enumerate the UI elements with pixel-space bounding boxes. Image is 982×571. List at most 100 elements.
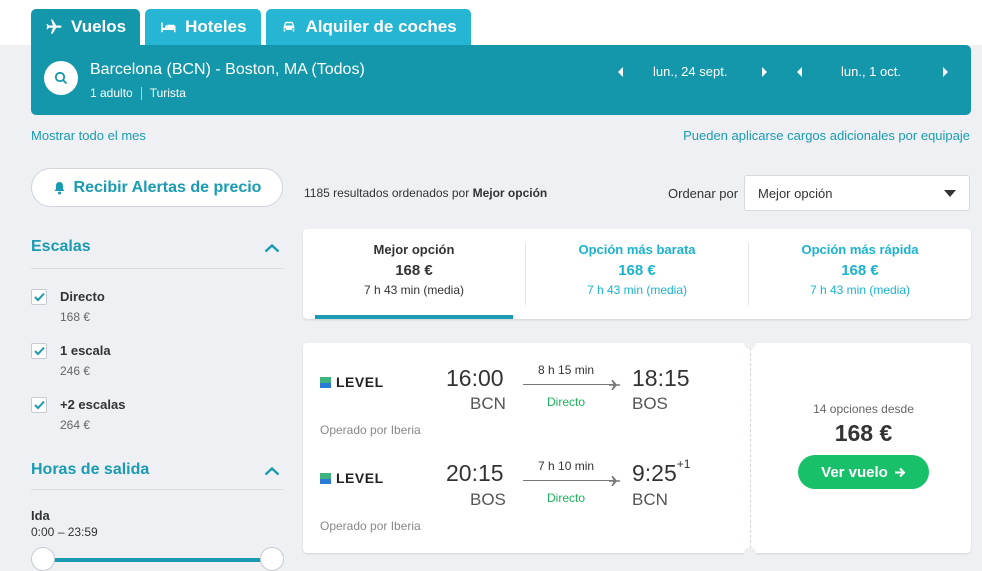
option-duration: 7 h 43 min (media) <box>586 283 688 297</box>
check-icon <box>34 346 45 356</box>
option-best[interactable]: Mejor opción 168 € 7 h 43 min (media) <box>303 229 525 319</box>
flight-duration: 8 h 15 min <box>538 363 595 377</box>
option-price: 168 € <box>618 262 656 279</box>
checkbox-direct[interactable] <box>31 289 47 305</box>
stops-info: Directo <box>547 395 586 409</box>
outbound-label: Ida <box>31 508 50 523</box>
passenger-info[interactable]: 1 adulto Turista <box>90 86 186 100</box>
operated-by: Operado por Iberia <box>320 519 421 533</box>
operated-by: Operado por Iberia <box>320 423 421 437</box>
card-notch <box>744 337 756 349</box>
flight-duration: 7 h 10 min <box>538 459 595 473</box>
caret-down-icon <box>944 189 956 197</box>
arrival-time-value: 18:15 <box>632 365 690 391</box>
depart-date[interactable]: lun., 24 sept. <box>653 64 727 79</box>
return-next-icon[interactable] <box>938 65 952 79</box>
level-logo-icon <box>320 472 331 484</box>
departure-time: 20:15 <box>446 460 504 486</box>
stop-label: +2 escalas <box>60 397 126 412</box>
flight-result-card[interactable]: LEVEL 16:00 BCN 8 h 15 min Directo 18:15… <box>303 337 971 559</box>
outbound-time-range: 0:00 – 23:59 <box>31 525 98 539</box>
price-alert-label: Recibir Alertas de precio <box>73 178 262 196</box>
sort-value: Mejor opción <box>758 185 833 201</box>
view-flight-button[interactable]: Ver vuelo <box>798 455 929 489</box>
tab-vuelos[interactable]: Vuelos <box>31 9 141 45</box>
results-count-text: 1185 resultados ordenados por <box>304 186 470 200</box>
flight-price: 168 € <box>834 420 893 446</box>
plane-icon <box>609 476 621 486</box>
option-price: 168 € <box>395 262 433 279</box>
stop-price: 168 € <box>60 310 91 324</box>
stop-price: 246 € <box>60 364 91 378</box>
check-icon <box>34 400 45 410</box>
depart-next-icon[interactable] <box>757 65 771 79</box>
sort-select[interactable]: Mejor opción <box>744 175 970 211</box>
bed-icon <box>161 22 176 33</box>
sort-options-bar: Mejor opción 168 € 7 h 43 min (media) Op… <box>303 229 971 319</box>
return-date[interactable]: lun., 1 oct. <box>841 64 901 79</box>
selected-option-indicator <box>315 315 513 319</box>
bell-icon <box>54 181 65 194</box>
view-flight-label: Ver vuelo <box>821 463 888 481</box>
slider-handle-min[interactable] <box>31 547 55 571</box>
arrival-airport: BOS <box>632 394 668 413</box>
airline-name: LEVEL <box>336 470 384 486</box>
chevron-up-icon[interactable] <box>264 466 280 476</box>
tab-label: Hoteles <box>185 17 247 36</box>
divider <box>31 489 283 490</box>
option-cheapest[interactable]: Opción más barata 168 € 7 h 43 min (medi… <box>526 229 748 319</box>
stops-filter-title[interactable]: Escalas <box>31 238 91 256</box>
stops-info: Directo <box>547 491 586 505</box>
baggage-fees-link[interactable]: Pueden aplicarse cargos adicionales por … <box>683 128 970 143</box>
arrival-day-offset: +1 <box>676 457 691 472</box>
card-notch <box>744 547 756 559</box>
search-button[interactable] <box>44 61 78 95</box>
leg-line <box>523 384 615 385</box>
leg-line <box>523 480 615 481</box>
airline-logo: LEVEL <box>320 470 384 486</box>
depart-prev-icon[interactable] <box>614 65 628 79</box>
card-divider <box>750 343 751 553</box>
option-duration: 7 h 43 min (media) <box>363 283 465 297</box>
departure-times-title[interactable]: Horas de salida <box>31 461 149 479</box>
tab-label: Vuelos <box>71 17 127 36</box>
arrival-time: 9:25+1 <box>632 457 691 487</box>
time-slider-track[interactable] <box>43 558 272 562</box>
sort-label: Ordenar por <box>668 186 739 201</box>
departure-airport: BCN <box>470 394 506 413</box>
option-duration: 7 h 43 min (media) <box>809 283 911 297</box>
option-fastest[interactable]: Opción más rápida 168 € 7 h 43 min (medi… <box>749 229 971 319</box>
option-title: Mejor opción <box>373 242 455 257</box>
cabin-class: Turista <box>149 86 186 100</box>
tab-hoteles[interactable]: Hoteles <box>145 9 261 45</box>
arrival-time: 18:15 <box>632 365 690 392</box>
arrival-time-value: 9:25 <box>632 460 677 486</box>
price-alert-button[interactable]: Recibir Alertas de precio <box>31 168 283 207</box>
passengers: 1 adulto <box>90 86 133 100</box>
results-sort-name: Mejor opción <box>472 186 548 200</box>
stop-label: Directo <box>60 289 105 304</box>
checkbox-two-plus-stops[interactable] <box>31 397 47 413</box>
airline-name: LEVEL <box>336 374 384 390</box>
separator <box>140 86 142 100</box>
results-summary: 1185 resultados ordenados por Mejor opci… <box>304 186 547 200</box>
options-from-text: 14 opciones desde <box>813 402 914 416</box>
checkbox-one-stop[interactable] <box>31 343 47 359</box>
car-icon <box>283 21 294 32</box>
option-price: 168 € <box>841 262 879 279</box>
route-text[interactable]: Barcelona (BCN) - Boston, MA (Todos) <box>90 61 365 79</box>
search-icon <box>54 71 68 85</box>
return-prev-icon[interactable] <box>793 65 807 79</box>
chevron-up-icon[interactable] <box>264 243 280 253</box>
slider-handle-max[interactable] <box>260 547 284 571</box>
level-logo-icon <box>320 376 331 388</box>
stop-label: 1 escala <box>60 343 111 358</box>
stop-price: 264 € <box>60 418 91 432</box>
plane-icon <box>609 380 621 390</box>
show-month-link[interactable]: Mostrar todo el mes <box>31 128 146 143</box>
option-title: Opción más rápida <box>801 242 919 257</box>
departure-airport: BOS <box>470 490 506 509</box>
tab-alquiler-coches[interactable]: Alquiler de coches <box>265 9 471 45</box>
divider <box>31 268 283 269</box>
airline-logo: LEVEL <box>320 374 384 390</box>
